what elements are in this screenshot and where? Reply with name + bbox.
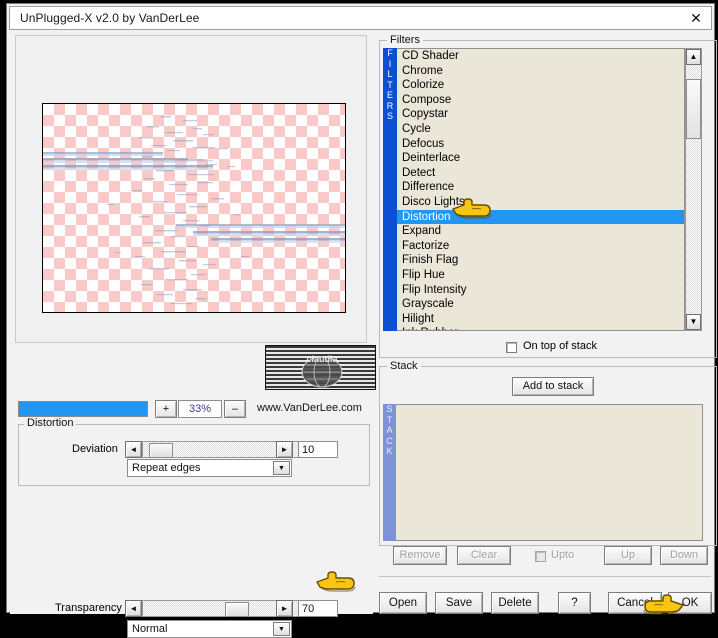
filter-list-item[interactable]: Detect <box>397 166 684 181</box>
filter-list-item[interactable]: Defocus <box>397 137 684 152</box>
image-preview[interactable] <box>42 103 346 313</box>
deviation-label: Deviation <box>72 443 118 455</box>
add-to-stack-button[interactable]: Add to stack <box>512 377 594 396</box>
strip-char: F <box>387 48 393 58</box>
filter-list-item[interactable]: Copystar <box>397 107 684 122</box>
zoom-progress-bar[interactable] <box>18 401 148 417</box>
close-icon[interactable]: ✕ <box>685 9 707 28</box>
on-top-of-stack-checkbox[interactable] <box>506 342 517 353</box>
filters-list[interactable]: CD Shader Chrome Colorize Compose Copystar Cy… <box>397 48 685 331</box>
open-button[interactable]: Open <box>379 592 427 614</box>
stack-list[interactable] <box>396 404 703 541</box>
stack-group-legend: Stack <box>387 360 421 372</box>
strip-char: T <box>386 414 393 425</box>
filter-list-item[interactable]: Compose <box>397 93 684 108</box>
delete-button[interactable]: Delete <box>491 592 539 614</box>
strip-char: K <box>386 446 393 456</box>
deviation-decrease-arrow[interactable]: ◄ <box>125 441 142 458</box>
strip-char: A <box>386 425 393 435</box>
scroll-down-icon[interactable]: ▼ <box>686 314 701 330</box>
transparency-increase-arrow[interactable]: ► <box>276 600 293 617</box>
stack-strip-label: STACK <box>383 404 396 541</box>
title-bar: UnPlugged-X v2.0 by VanDerLee ✕ <box>9 6 712 30</box>
filter-list-item[interactable]: Difference <box>397 180 684 195</box>
move-down-button[interactable]: Down <box>660 546 708 565</box>
filter-list-item[interactable]: Colorize <box>397 78 684 93</box>
filter-list-item[interactable]: Factorize <box>397 239 684 254</box>
preview-frame <box>15 35 367 343</box>
application-window: UnPlugged-X v2.0 by VanDerLee ✕ claudia … <box>0 0 718 638</box>
strip-char: T <box>387 79 393 90</box>
strip-char: S <box>386 111 393 121</box>
move-up-button[interactable]: Up <box>604 546 652 565</box>
filter-list-item[interactable]: Grayscale <box>397 297 684 312</box>
edge-mode-select[interactable]: Repeat edges ▼ <box>127 459 292 477</box>
watermark-logo: claudia <box>265 345 376 390</box>
window-inner-frame: UnPlugged-X v2.0 by VanDerLee ✕ claudia … <box>6 3 717 638</box>
filter-list-item[interactable]: Chrome <box>397 64 684 79</box>
scrollbar-thumb[interactable] <box>686 79 701 139</box>
scroll-up-icon[interactable]: ▲ <box>686 49 701 65</box>
zoom-in-button[interactable]: + <box>155 400 177 418</box>
ok-button[interactable]: OK <box>668 592 712 614</box>
strip-char: C <box>386 435 393 446</box>
on-top-of-stack-label: On top of stack <box>523 340 597 352</box>
filters-strip-label: FILTERS <box>383 48 397 331</box>
chevron-down-icon[interactable]: ▼ <box>273 461 290 475</box>
filter-list-item[interactable]: Cycle <box>397 122 684 137</box>
help-button[interactable]: ? <box>558 592 591 614</box>
strip-char: R <box>386 100 394 111</box>
filter-list-item[interactable]: Ink Rubber <box>397 326 684 330</box>
strip-char: L <box>387 69 393 79</box>
divider <box>379 576 711 577</box>
deviation-value-input[interactable]: 10 <box>298 441 338 458</box>
transparency-value-input[interactable]: 70 <box>298 600 338 617</box>
filter-list-item[interactable]: CD Shader <box>397 49 684 64</box>
distortion-group-legend: Distortion <box>24 417 77 429</box>
filter-list-item[interactable]: Flip Hue <box>397 268 684 283</box>
strip-char: I <box>388 58 392 69</box>
blend-mode-value: Normal <box>132 623 168 635</box>
filter-list-item[interactable]: Flip Intensity <box>397 283 684 298</box>
transparency-slider-thumb[interactable] <box>225 602 249 617</box>
vendor-website-label: www.VanDerLee.com <box>257 402 362 414</box>
cancel-button[interactable]: Cancel <box>608 592 662 614</box>
filter-list-item[interactable]: Disco Lights <box>397 195 684 210</box>
filter-list-item[interactable]: Hilight <box>397 312 684 327</box>
zoom-out-button[interactable]: – <box>224 400 246 418</box>
transparency-decrease-arrow[interactable]: ◄ <box>125 600 142 617</box>
left-panel: claudia + 33% – www.VanDerLee.com Distor… <box>10 32 376 638</box>
strip-char: S <box>386 404 393 414</box>
deviation-slider-thumb[interactable] <box>149 443 173 458</box>
strip-char: E <box>386 90 393 100</box>
save-button[interactable]: Save <box>435 592 483 614</box>
deviation-increase-arrow[interactable]: ► <box>276 441 293 458</box>
globe-icon: claudia <box>301 354 343 388</box>
filter-list-item[interactable]: Deinterlace <box>397 151 684 166</box>
filter-list-item[interactable]: Distortion <box>397 209 684 225</box>
filter-list-item[interactable]: Expand <box>397 224 684 239</box>
watermark-text: claudia <box>306 354 338 364</box>
upto-checkbox[interactable] <box>535 551 546 562</box>
clear-button[interactable]: Clear <box>457 546 511 565</box>
window-title: UnPlugged-X v2.0 by VanDerLee <box>20 11 200 25</box>
filters-scrollbar[interactable]: ▲ ▼ <box>685 48 702 331</box>
remove-button[interactable]: Remove <box>393 546 447 565</box>
transparency-label: Transparency <box>55 602 122 614</box>
zoom-level-value: 33% <box>178 400 222 418</box>
chevron-down-icon[interactable]: ▼ <box>273 622 290 636</box>
upto-label: Upto <box>551 549 575 561</box>
blend-mode-select[interactable]: Normal ▼ <box>127 620 292 638</box>
filters-group-legend: Filters <box>387 34 423 46</box>
filter-list-item[interactable]: Finish Flag <box>397 253 684 268</box>
edge-mode-value: Repeat edges <box>132 462 201 474</box>
